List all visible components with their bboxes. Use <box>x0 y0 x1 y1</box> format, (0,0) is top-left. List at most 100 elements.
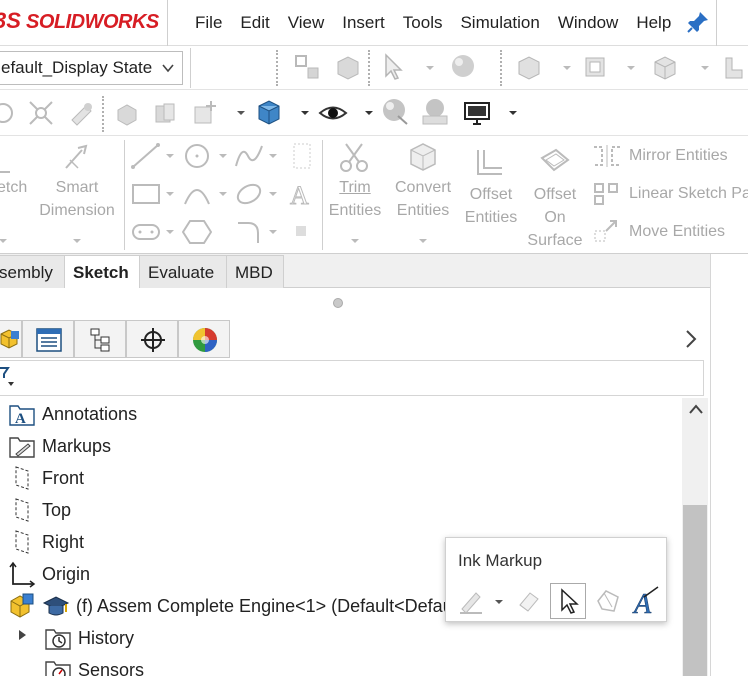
assembly-explode-icon[interactable] <box>332 52 362 82</box>
sketch-label[interactable]: etch <box>0 176 27 199</box>
lasso-button[interactable] <box>590 583 626 619</box>
tree-item-right[interactable]: Right <box>8 526 84 558</box>
dropdown-arrow-icon[interactable] <box>218 151 228 161</box>
tab-evaluate[interactable]: Evaluate <box>139 255 227 288</box>
sketch-icon[interactable] <box>0 142 16 178</box>
section-view-icon[interactable] <box>650 52 680 82</box>
dropdown-arrow-icon[interactable] <box>350 236 360 246</box>
zoom-to-area-icon[interactable] <box>26 98 56 128</box>
chair-view-icon[interactable] <box>718 52 748 82</box>
tree-item-assem-complete-engine[interactable]: (f) Assem Complete Engine<1> (Default<De… <box>8 590 453 622</box>
pin-icon[interactable] <box>686 10 710 34</box>
tab-sketch[interactable]: Sketch <box>64 255 140 289</box>
tab-configuration-manager[interactable] <box>74 320 126 358</box>
fillet-icon[interactable] <box>234 218 264 246</box>
tree-item-history[interactable]: History <box>44 622 134 654</box>
view-settings-monitor-icon[interactable] <box>462 98 492 128</box>
tree-item-annotations[interactable]: A Annotations <box>8 398 137 430</box>
tab-mbd[interactable]: MBD <box>226 255 284 288</box>
arc-icon[interactable] <box>182 180 212 208</box>
parts-icon[interactable] <box>150 98 180 128</box>
trim-entities-icon[interactable] <box>336 140 372 174</box>
polygon-icon[interactable] <box>182 218 212 246</box>
menu-help[interactable]: Help <box>627 13 680 33</box>
line-icon[interactable] <box>130 142 162 170</box>
scene-icon[interactable] <box>420 96 450 126</box>
dropdown-arrow-icon[interactable] <box>268 151 278 161</box>
smart-mates-icon[interactable] <box>292 52 322 82</box>
move-entities-icon[interactable] <box>592 219 622 245</box>
dropdown-arrow-icon[interactable] <box>425 63 435 73</box>
tree-item-origin[interactable]: Origin <box>8 558 90 590</box>
expand-arrow-icon[interactable] <box>16 628 28 642</box>
text-icon[interactable]: A <box>286 178 316 211</box>
previous-view-icon[interactable] <box>66 98 96 128</box>
eye-hide-show-icon[interactable] <box>318 98 348 128</box>
zoom-to-fit-icon[interactable] <box>0 98 18 128</box>
filter-funnel-icon[interactable] <box>0 366 16 388</box>
dropdown-arrow-icon[interactable] <box>626 63 636 73</box>
dropdown-arrow-icon[interactable] <box>364 108 374 118</box>
menu-edit[interactable]: Edit <box>231 13 278 33</box>
menu-view[interactable]: View <box>279 13 334 33</box>
dropdown-arrow-icon[interactable] <box>268 227 278 237</box>
scrollbar-thumb[interactable] <box>683 505 707 676</box>
dropdown-arrow-icon[interactable] <box>494 597 504 607</box>
convert-entities-icon[interactable] <box>406 140 440 174</box>
tab-display-manager[interactable] <box>178 320 230 358</box>
plane-sketch-icon[interactable] <box>290 142 314 170</box>
move-entities-label[interactable]: Move Entities <box>629 223 725 241</box>
mirror-entities-icon[interactable] <box>592 143 622 169</box>
menu-simulation[interactable]: Simulation <box>451 13 548 33</box>
offset-entities-icon[interactable] <box>472 146 506 180</box>
dropdown-arrow-icon[interactable] <box>562 63 572 73</box>
offset-on-surface-label[interactable]: Offset On Surface <box>520 183 590 252</box>
menu-tools[interactable]: Tools <box>394 13 452 33</box>
box-select-icon[interactable] <box>190 98 220 128</box>
eraser-button[interactable] <box>512 583 548 619</box>
menu-file[interactable]: File <box>186 13 231 33</box>
offset-entities-label[interactable]: Offset Entities <box>456 183 526 229</box>
tree-item-top[interactable]: Top <box>8 494 71 526</box>
rebuild-icon[interactable] <box>112 98 142 128</box>
tree-item-front[interactable]: Front <box>8 462 84 494</box>
trim-entities-label[interactable]: Trim Entities <box>320 176 390 222</box>
dropdown-arrow-icon[interactable] <box>418 236 428 246</box>
dropdown-arrow-icon[interactable] <box>300 108 310 118</box>
dropdown-arrow-icon[interactable] <box>236 108 246 118</box>
text-recognition-button[interactable]: A <box>628 583 664 619</box>
tab-feature-manager[interactable] <box>0 320 22 358</box>
convert-entities-label[interactable]: Convert Entities <box>388 176 458 222</box>
panel-resize-handle[interactable] <box>333 298 343 308</box>
chevron-right-icon[interactable] <box>682 328 700 350</box>
linear-sketch-pattern-label[interactable]: Linear Sketch Pa <box>629 185 748 203</box>
circle-icon[interactable] <box>182 142 212 170</box>
tab-assembly[interactable]: sembly <box>0 255 65 288</box>
select-button[interactable] <box>550 583 586 619</box>
display-state-dropdown[interactable]: efault_Display State <box>0 51 183 85</box>
select-arrow-icon[interactable] <box>380 52 410 82</box>
shaded-display-icon[interactable] <box>254 97 284 127</box>
slot-icon[interactable] <box>130 218 162 246</box>
tree-item-markups[interactable]: Markups <box>8 430 111 462</box>
tree-item-sensors[interactable]: Sensors <box>44 654 144 676</box>
chevron-down-icon[interactable] <box>160 60 176 76</box>
dropdown-arrow-icon[interactable] <box>700 63 710 73</box>
tab-dimxpert-manager[interactable] <box>126 320 178 358</box>
point-icon[interactable] <box>294 224 308 238</box>
menu-insert[interactable]: Insert <box>333 13 394 33</box>
view-orientation-icon[interactable] <box>514 52 544 82</box>
dropdown-arrow-icon[interactable] <box>268 189 278 199</box>
dropdown-arrow-icon[interactable] <box>165 189 175 199</box>
feature-tree-filter[interactable] <box>0 360 704 396</box>
display-style-icon[interactable] <box>580 52 610 82</box>
edit-appearance-icon[interactable] <box>380 96 410 126</box>
dropdown-arrow-icon[interactable] <box>72 236 82 246</box>
offset-on-surface-icon[interactable] <box>538 146 572 180</box>
dropdown-arrow-icon[interactable] <box>508 108 518 118</box>
spline-icon[interactable] <box>234 142 264 170</box>
ellipse-icon[interactable] <box>234 180 264 208</box>
rectangle-icon[interactable] <box>130 180 162 208</box>
smart-dimension-icon[interactable] <box>60 142 94 174</box>
appearance-sphere-icon[interactable] <box>448 52 478 82</box>
